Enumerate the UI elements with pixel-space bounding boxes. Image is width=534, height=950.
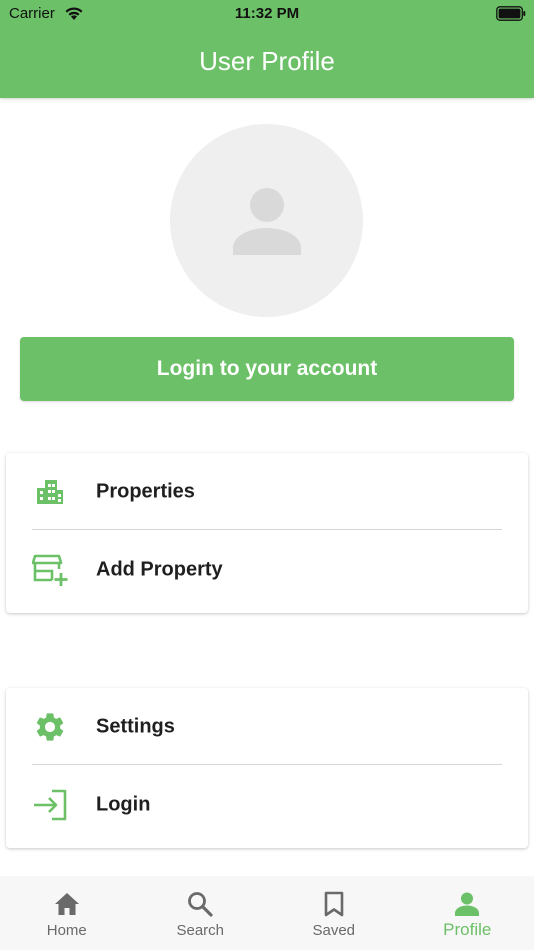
- menu-item-label: Add Property: [96, 558, 223, 581]
- app-header: Carrier 11:32 PM User Profile: [0, 0, 534, 98]
- login-to-account-button[interactable]: Login to your account: [20, 337, 514, 401]
- user-profile-screen: Carrier 11:32 PM User Profile Login to y…: [0, 0, 534, 950]
- menu-item-properties[interactable]: Properties: [6, 453, 528, 531]
- gear-icon: [32, 709, 68, 745]
- property-menu-card: Properties Add Property: [6, 453, 528, 613]
- page-title: User Profile: [199, 46, 335, 76]
- bottom-nav: Home Search Saved Profile: [0, 876, 534, 950]
- menu-item-label: Login: [96, 793, 151, 816]
- status-time: 11:32 PM: [234, 5, 300, 22]
- status-bar: Carrier 11:32 PM: [0, 0, 534, 28]
- nav-label: Home: [46, 922, 87, 939]
- menu-item-label: Properties: [96, 480, 195, 503]
- menu-item-add-property[interactable]: Add Property: [6, 531, 528, 609]
- nav-item-home[interactable]: Home: [0, 876, 134, 950]
- nav-item-saved[interactable]: Saved: [267, 876, 401, 950]
- account-menu-card: Settings Login: [6, 688, 528, 848]
- login-icon: [32, 787, 68, 823]
- divider: [32, 529, 502, 530]
- menu-item-login[interactable]: Login: [6, 766, 528, 844]
- menu-item-settings[interactable]: Settings: [6, 688, 528, 766]
- add-store-icon: [32, 552, 68, 588]
- nav-label: Profile: [443, 920, 492, 939]
- nav-label: Search: [176, 922, 225, 939]
- battery-icon: [496, 6, 526, 21]
- nav-label: Saved: [312, 922, 356, 939]
- nav-item-profile[interactable]: Profile: [401, 876, 534, 950]
- menu-item-label: Settings: [96, 715, 175, 738]
- divider: [32, 764, 502, 765]
- home-icon: [53, 890, 81, 918]
- nav-item-search[interactable]: Search: [134, 876, 268, 950]
- avatar: [170, 124, 363, 317]
- search-icon: [186, 890, 214, 918]
- bookmark-icon: [320, 890, 348, 918]
- person-icon: [453, 890, 481, 918]
- buildings-icon: [32, 474, 68, 510]
- person-placeholder-icon: [232, 187, 301, 255]
